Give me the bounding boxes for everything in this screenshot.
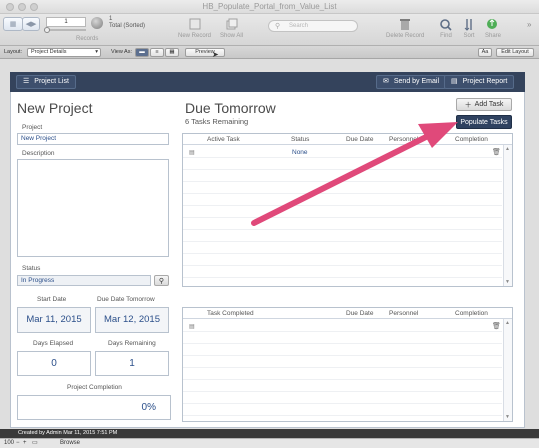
annotation-arrow bbox=[251, 122, 458, 226]
created-by-bar: Created by Admin Mar 11, 2015 7:51 PM bbox=[0, 429, 539, 438]
bottom-bar: 100 − + ▭ Browse bbox=[0, 438, 539, 448]
mode-label: Browse bbox=[60, 440, 81, 446]
arrow-shaft bbox=[251, 133, 431, 226]
zoom-in-icon[interactable]: + bbox=[23, 439, 27, 448]
zoom-level[interactable]: 100 bbox=[4, 439, 14, 448]
zoom-out-icon[interactable]: − bbox=[16, 439, 20, 448]
toggle-status-icon[interactable]: ▭ bbox=[32, 439, 38, 448]
